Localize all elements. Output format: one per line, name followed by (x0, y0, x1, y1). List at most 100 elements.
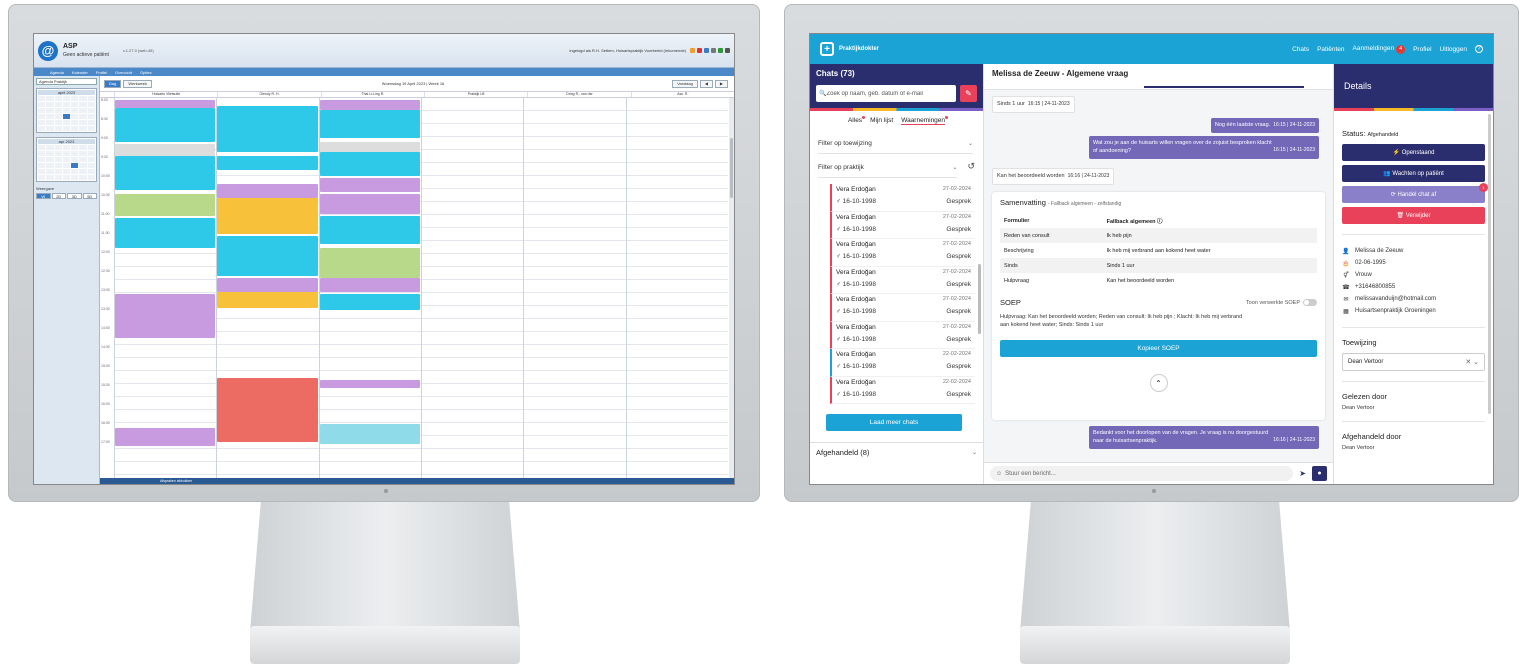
calendar-day[interactable] (62, 96, 71, 101)
prev-day-button[interactable]: ◀ (699, 79, 713, 88)
calendar-day[interactable] (62, 145, 71, 150)
mail-icon[interactable] (704, 48, 709, 53)
appointment-block[interactable] (217, 198, 318, 234)
appointment-block[interactable] (319, 380, 420, 388)
appointment-block[interactable] (115, 218, 216, 248)
calendar-day[interactable] (87, 157, 95, 162)
new-chat-button[interactable]: ✎ (960, 85, 977, 102)
agenda-select[interactable]: Agenda Praktijk (36, 78, 97, 85)
calendar-day[interactable] (38, 108, 46, 113)
appointment-block[interactable] (115, 156, 216, 190)
agenda-grid[interactable]: 8:00 8:30 9:00 9:30 10:00 10:30 11:00 11:30 12:0… (100, 98, 728, 478)
menu-opties[interactable]: Opties (140, 70, 152, 75)
calendar-day[interactable] (71, 157, 79, 162)
nav-uitloggen[interactable]: Uitloggen (1440, 46, 1467, 53)
appointment-block[interactable] (115, 100, 216, 108)
appointment-block[interactable] (319, 100, 420, 110)
calendar-day[interactable] (71, 108, 79, 113)
collapse-summary-button[interactable]: ⌃ (1149, 374, 1168, 392)
calendar-day[interactable] (79, 145, 87, 150)
calendar-day[interactable] (79, 175, 87, 180)
appointment-block[interactable] (319, 152, 420, 176)
appointment-block[interactable] (319, 110, 420, 138)
calendar-day[interactable] (62, 120, 71, 125)
list-item[interactable]: Vera Erdoğan 27-02-2024 ♂ 16-10-1998 Gespre… (830, 294, 975, 322)
calendar-day[interactable] (87, 102, 95, 107)
calendar-day[interactable] (46, 151, 54, 156)
filter-praktijk-select[interactable]: Filter op praktijk ⌄ (818, 158, 958, 178)
calendar-day[interactable] (62, 151, 71, 156)
weergave-option[interactable]: 2D (51, 193, 66, 199)
list-item[interactable]: Vera Erdoğan 22-02-2024 ♂ 16-10-1998 Gespre… (830, 349, 975, 377)
calendar-day[interactable] (62, 169, 71, 174)
calendar-day[interactable] (71, 96, 79, 101)
calendar-day[interactable] (38, 114, 46, 119)
soep-switch[interactable] (1303, 299, 1317, 306)
calendar-day[interactable] (87, 126, 95, 131)
calendar-day[interactable] (79, 163, 87, 168)
calendar-day[interactable] (79, 108, 87, 113)
calendar-day[interactable] (71, 175, 79, 180)
calendar-day[interactable] (46, 175, 54, 180)
verwijder-button[interactable]: 🗑 Verwijder (1342, 207, 1485, 224)
mini-calendar-1-grid[interactable] (38, 96, 95, 131)
list-item[interactable]: Vera Erdoğan 27-02-2024 ♂ 16-10-1998 Gespre… (830, 321, 975, 349)
calendar-day[interactable] (38, 120, 46, 125)
calendar-day[interactable] (87, 163, 95, 168)
menu-overzicht[interactable]: Overzicht (115, 70, 132, 75)
appointment-block[interactable] (217, 236, 318, 276)
calendar-day[interactable] (54, 157, 62, 162)
calendar-day[interactable] (87, 169, 95, 174)
nav-chats[interactable]: Chats (1292, 46, 1309, 53)
pd-brand[interactable]: + Praktijkdokter (820, 42, 879, 56)
view-werkweek-button[interactable]: Werkweek (123, 79, 152, 88)
calendar-day[interactable] (71, 126, 79, 131)
view-dag-button[interactable]: Dag (104, 79, 122, 88)
calendar-day[interactable] (46, 96, 54, 101)
search-input[interactable]: 🔍 Zoek op naam, geb. datum of e-mail (816, 85, 956, 102)
calendar-day[interactable] (54, 163, 62, 168)
calendar-day[interactable] (46, 120, 54, 125)
calendar-day[interactable] (62, 175, 71, 180)
patient-email[interactable]: melissavanduijn@hotmail.com (1355, 296, 1436, 302)
calendar-day[interactable] (54, 102, 62, 107)
filter-toewijzing-select[interactable]: Filter op toewijzing ⌄ (818, 134, 973, 154)
logout-icon[interactable] (725, 48, 730, 53)
calendar-day[interactable] (62, 126, 71, 131)
soep-toggle[interactable]: Toon verwerkte SOEP (1246, 299, 1317, 306)
print-icon[interactable] (711, 48, 716, 53)
calendar-day[interactable] (79, 169, 87, 174)
calendar-day[interactable] (79, 126, 87, 131)
appointment-block[interactable] (319, 294, 420, 310)
calendar-day[interactable] (62, 102, 71, 107)
calendar-day[interactable] (54, 175, 62, 180)
appointment-block[interactable] (217, 378, 318, 442)
appointment-block[interactable] (217, 106, 318, 152)
openstaand-button[interactable]: ⚡ Openstaand (1342, 144, 1485, 161)
list-item[interactable]: Vera Erdoğan 27-02-2024 ♂ 16-10-1998 Gespre… (830, 239, 975, 267)
calendar-day[interactable] (38, 157, 46, 162)
calendar-day[interactable] (38, 145, 46, 150)
calendar-day[interactable] (38, 175, 46, 180)
menu-profiel[interactable]: Profiel (96, 70, 107, 75)
calendar-day[interactable] (87, 151, 95, 156)
nav-aanmeldingen[interactable]: Aanmeldingen 4 (1353, 44, 1406, 54)
next-day-button[interactable]: ▶ (714, 79, 728, 88)
appointment-block[interactable] (217, 292, 318, 308)
calendar-day[interactable] (54, 151, 62, 156)
weergave-option[interactable]: 3D (67, 193, 82, 199)
appointment-block[interactable] (115, 294, 216, 338)
wachten-op-patient-button[interactable]: 👥 Wachten op patiënt (1342, 165, 1485, 182)
calendar-day[interactable] (46, 145, 54, 150)
mini-calendar-2-grid[interactable] (38, 145, 95, 180)
message-input[interactable]: ☺ Stuur een bericht... (990, 466, 1294, 481)
weergave-option[interactable]: 5D (82, 193, 97, 199)
calendar-day[interactable] (46, 163, 54, 168)
appointment-block[interactable] (319, 178, 420, 192)
today-button[interactable]: Vandaag (672, 79, 698, 88)
list-item[interactable]: Vera Erdoğan 22-02-2024 ♂ 16-10-1998 Gespre… (830, 376, 975, 404)
calendar-day[interactable] (46, 108, 54, 113)
calendar-day[interactable] (38, 96, 46, 101)
calendar-day[interactable] (54, 145, 62, 150)
calendar-day[interactable] (71, 145, 79, 150)
